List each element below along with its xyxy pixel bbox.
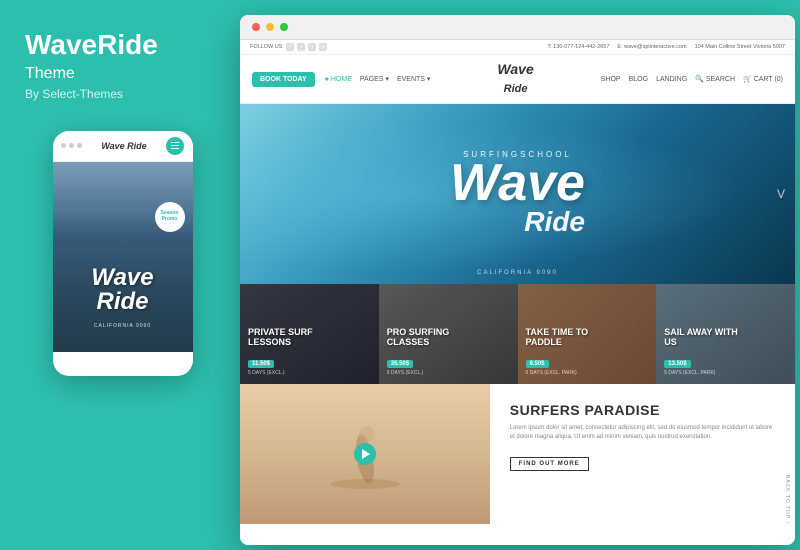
- play-icon: [362, 449, 370, 459]
- topbar-left: FOLLOW US f t i p: [250, 43, 327, 51]
- surfers-paradise-body: Lorem ipsum dolor sit amet, consectetur …: [510, 424, 775, 442]
- promo-meta-4: 5 DAYS (EXCL. PARK): [664, 370, 787, 376]
- menu-line-1: [171, 142, 179, 143]
- mobile-dot-2: [69, 143, 74, 148]
- mobile-wave-text: WaveRide CALIFORNIA 9090: [53, 266, 193, 332]
- back-to-top[interactable]: BACK TO TOP ↑: [784, 475, 790, 525]
- physical-address: 104 Main Collins Street Victoria 5007: [695, 44, 785, 50]
- promo-card-sail[interactable]: SAIL AWAY WITHUS 13.50$ 5 DAYS (EXCL. PA…: [656, 284, 795, 384]
- nav-search[interactable]: 🔍 SEARCH: [695, 75, 735, 83]
- promo-content-2: PRO SURFINGCLASSES 35.50$ 5 DAYS (EXCL.): [387, 328, 510, 376]
- mobile-top-bar: Wave Ride: [53, 131, 193, 162]
- browser-maximize-btn[interactable]: [280, 23, 288, 31]
- promo-title-3: TAKE TIME TOPADDLE: [526, 328, 649, 348]
- topbar-right: T: 136-077-124-442-2657 E: wave@splinter…: [547, 44, 785, 50]
- mobile-dots: [61, 143, 82, 148]
- find-out-more-button[interactable]: FIND OUT MORE: [510, 457, 589, 471]
- book-today-button[interactable]: BOOK TODAY: [252, 72, 315, 87]
- promo-content-4: SAIL AWAY WITHUS 13.50$ 5 DAYS (EXCL. PA…: [664, 328, 787, 376]
- hero-title: SURFINGSCHOOL Wave Ride: [450, 150, 585, 237]
- bottom-image: [240, 384, 490, 524]
- mobile-dot-1: [61, 143, 66, 148]
- menu-lines: [171, 142, 179, 149]
- left-panel: WaveRide Theme By Select-Themes Wave Rid…: [0, 0, 245, 550]
- promo-card-surf-lessons[interactable]: PRIVATE SURFLESSONS 11.50$ 5 DAYS (EXCL.…: [240, 284, 379, 384]
- hero-wave-large: Wave: [450, 161, 585, 205]
- mobile-wave-script: WaveRide: [53, 266, 193, 314]
- promo-content-3: TAKE TIME TOPADDLE 9.50$ 5 DAYS (EXCL. P…: [526, 328, 649, 376]
- nav-home[interactable]: ● HOME: [325, 76, 352, 83]
- site-bottom: SURFERS PARADISE Lorem ipsum dolor sit a…: [240, 384, 795, 524]
- browser-mockup: FOLLOW US f t i p T: 136-077-124-442-265…: [240, 15, 795, 545]
- pinterest-icon[interactable]: p: [319, 43, 327, 51]
- mobile-dot-3: [77, 143, 82, 148]
- promo-title-1: PRIVATE SURFLESSONS: [248, 328, 371, 348]
- promo-strip: PRIVATE SURFLESSONS 11.50$ 5 DAYS (EXCL.…: [240, 284, 795, 384]
- mobile-badge: SeasonPromo: [155, 202, 185, 232]
- promo-price-4: 13.50$: [664, 360, 690, 368]
- promo-price-3: 9.50$: [526, 360, 549, 368]
- nav-logo: WaveRide: [497, 61, 533, 97]
- promo-meta-1: 5 DAYS (EXCL.): [248, 370, 371, 376]
- nav-pages[interactable]: PAGES ▾: [360, 75, 389, 83]
- mobile-wave-sub: CALIFORNIA 9090: [94, 323, 151, 329]
- play-button[interactable]: [354, 443, 376, 465]
- social-icons: f t i p: [286, 43, 327, 51]
- browser-minimize-btn[interactable]: [266, 23, 274, 31]
- nav-right: SHOP BLOG LANDING 🔍 SEARCH 🛒 CART (0): [601, 75, 783, 83]
- brand-by: By Select-Themes: [25, 87, 220, 101]
- promo-content-1: PRIVATE SURFLESSONS 11.50$ 5 DAYS (EXCL.…: [248, 328, 371, 376]
- promo-price-2: 35.50$: [387, 360, 413, 368]
- brand-subtitle: Theme: [25, 65, 220, 83]
- browser-close-btn[interactable]: [252, 23, 260, 31]
- nav-links: ● HOME PAGES ▾ EVENTS ▾: [325, 75, 431, 83]
- promo-card-paddle[interactable]: TAKE TIME TOPADDLE 9.50$ 5 DAYS (EXCL. P…: [518, 284, 657, 384]
- nav-shop[interactable]: SHOP: [601, 76, 621, 83]
- hero-bottom-text: CALIFORNIA 9090: [240, 270, 795, 276]
- brand-title: WaveRide: [25, 30, 220, 61]
- email-address: E: wave@splinteractive.com: [617, 44, 686, 50]
- nav-events[interactable]: EVENTS ▾: [397, 75, 430, 83]
- menu-line-2: [171, 145, 179, 146]
- promo-card-surfing-classes[interactable]: PRO SURFINGCLASSES 35.50$ 5 DAYS (EXCL.): [379, 284, 518, 384]
- site-hero: SURFINGSCHOOL Wave Ride CALIFORNIA 9090 …: [240, 104, 795, 284]
- promo-title-2: PRO SURFINGCLASSES: [387, 328, 510, 348]
- nav-cart[interactable]: 🛒 CART (0): [743, 75, 783, 83]
- hero-right-arrow: V: [777, 187, 785, 201]
- facebook-icon[interactable]: f: [286, 43, 294, 51]
- promo-meta-2: 5 DAYS (EXCL.): [387, 370, 510, 376]
- promo-title-4: SAIL AWAY WITHUS: [664, 328, 787, 348]
- mobile-hero-image: SeasonPromo WaveRide CALIFORNIA 9090: [53, 162, 193, 352]
- mobile-menu-icon[interactable]: [166, 137, 184, 155]
- mobile-logo: Wave Ride: [101, 141, 146, 151]
- instagram-icon[interactable]: i: [308, 43, 316, 51]
- nav-left: BOOK TODAY ● HOME PAGES ▾ EVENTS ▾: [252, 72, 430, 87]
- site-topbar: FOLLOW US f t i p T: 136-077-124-442-265…: [240, 40, 795, 55]
- nav-blog[interactable]: BLOG: [629, 76, 648, 83]
- nav-landing[interactable]: LANDING: [656, 76, 687, 83]
- twitter-icon[interactable]: t: [297, 43, 305, 51]
- site-nav: BOOK TODAY ● HOME PAGES ▾ EVENTS ▾ WaveR…: [240, 55, 795, 104]
- promo-meta-3: 5 DAYS (EXCL. PARK): [526, 370, 649, 376]
- menu-line-3: [171, 148, 179, 149]
- phone-number: T: 136-077-124-442-2657: [547, 44, 609, 50]
- follow-us-label: FOLLOW US: [250, 44, 282, 50]
- surfers-paradise-title: SURFERS PARADISE: [510, 402, 775, 418]
- bottom-text-section: SURFERS PARADISE Lorem ipsum dolor sit a…: [490, 384, 795, 524]
- promo-price-1: 11.50$: [248, 360, 274, 368]
- mobile-mockup: Wave Ride SeasonPromo WaveRide CALIFORNI…: [53, 131, 193, 376]
- browser-chrome: [240, 15, 795, 40]
